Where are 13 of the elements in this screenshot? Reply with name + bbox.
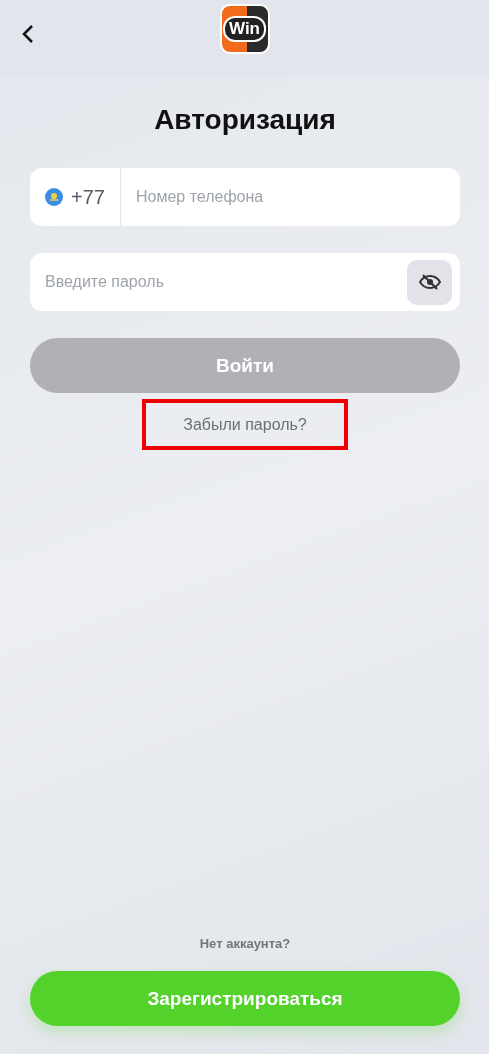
flag-icon	[45, 188, 63, 206]
password-field[interactable]: Введите пароль	[30, 253, 460, 311]
eye-off-icon	[418, 274, 441, 290]
no-account-text: Нет аккаунта?	[198, 936, 292, 951]
password-input[interactable]: Введите пароль	[30, 273, 407, 291]
phone-field[interactable]: +77 Номер телефона	[30, 168, 460, 226]
page-title: Авторизация	[153, 104, 337, 136]
logo-text: Win	[223, 16, 266, 42]
country-code[interactable]: +77	[71, 185, 105, 209]
toggle-visibility-button[interactable]	[407, 259, 452, 305]
back-icon	[22, 24, 34, 44]
phone-input[interactable]: Номер телефона	[121, 188, 460, 206]
forgot-password-link[interactable]: Забыли пароль?	[142, 399, 348, 450]
